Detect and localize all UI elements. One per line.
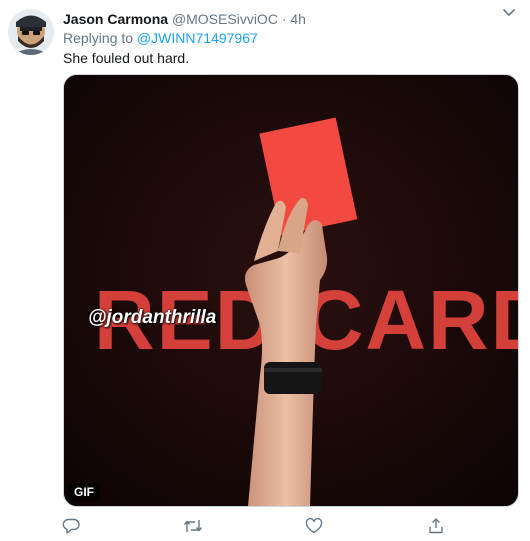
- author-name[interactable]: Jason Carmona: [63, 11, 168, 27]
- avatar[interactable]: [8, 9, 54, 55]
- tweet: Jason Carmona @MOSESivviOC · 4h Replying…: [0, 0, 530, 541]
- retweet-icon[interactable]: [183, 516, 203, 536]
- tweet-time[interactable]: 4h: [290, 11, 306, 27]
- tweet-actions: [0, 514, 530, 538]
- reply-mention-link[interactable]: @JWINN71497967: [137, 30, 258, 46]
- more-options-icon[interactable]: [502, 6, 516, 20]
- tweet-header: Jason Carmona @MOSESivviOC · 4h: [63, 10, 306, 28]
- red-card-gif-frame: RED CARD: [64, 75, 518, 506]
- share-icon[interactable]: [426, 516, 446, 536]
- gif-badge: GIF: [68, 483, 100, 501]
- reply-prefix: Replying to: [63, 30, 134, 46]
- like-icon[interactable]: [304, 516, 324, 536]
- reply-context: Replying to @JWINN71497967: [63, 29, 258, 47]
- author-handle[interactable]: @MOSESivviOC: [172, 11, 278, 27]
- reply-icon[interactable]: [61, 516, 81, 536]
- separator-dot: ·: [281, 11, 287, 27]
- tweet-text: She fouled out hard.: [63, 50, 190, 66]
- avatar-image: [8, 9, 54, 55]
- gif-watermark: @jordanthrilla: [88, 307, 217, 328]
- media-gif[interactable]: RED CARD: [63, 74, 519, 507]
